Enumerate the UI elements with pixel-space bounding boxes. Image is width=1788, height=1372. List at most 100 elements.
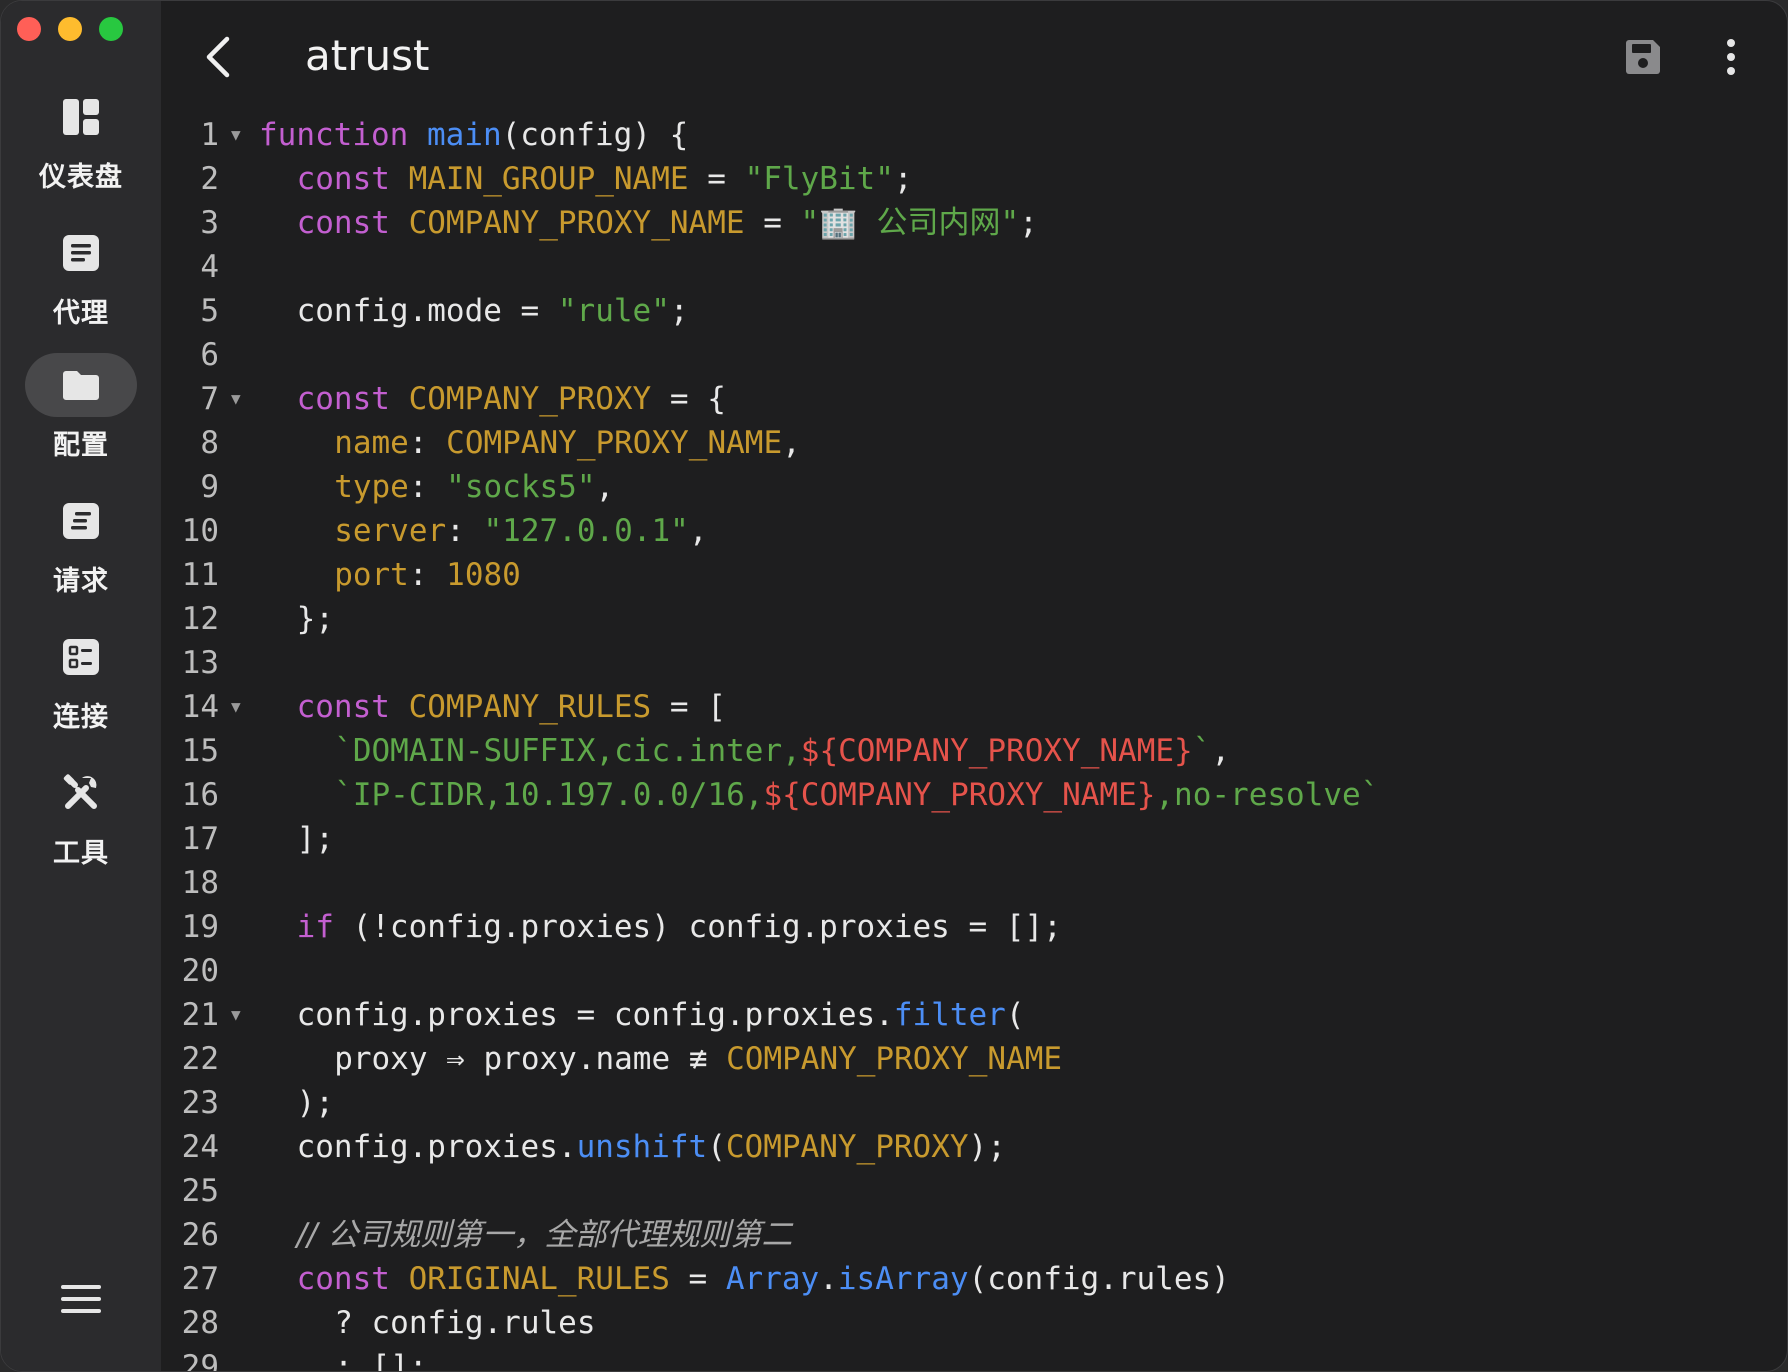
code-line[interactable]: 25 [161, 1169, 1787, 1213]
line-number: 9 [200, 469, 219, 505]
line-number: 3 [200, 205, 219, 241]
code-line[interactable]: 29 : []; [161, 1345, 1787, 1371]
fold-toggle-icon[interactable]: ▼ [231, 993, 241, 1037]
folder-icon [63, 371, 99, 400]
sidebar-item-label: 请求 [53, 566, 109, 597]
code-token: const [296, 381, 390, 417]
code-token: COMPANY_PROXY_NAME [726, 1041, 1063, 1077]
more-vertical-icon[interactable] [1723, 35, 1739, 79]
sidebar-item-connections[interactable]: 连接 [1, 625, 161, 745]
code-text: ); [297, 1081, 334, 1125]
line-number: 17 [181, 821, 219, 857]
code-line[interactable]: 13 [161, 641, 1787, 685]
sidebar-item-tools[interactable]: 工具 [1, 761, 161, 881]
sidebar-item-config[interactable]: 配置 [1, 353, 161, 473]
code-line[interactable]: 1 ▼ function main(config) { [161, 113, 1787, 157]
code-text: : []; [334, 1345, 427, 1371]
line-number: 10 [181, 513, 219, 549]
code-line[interactable]: 9 type: "socks5", [161, 465, 1787, 509]
code-token: = [688, 161, 745, 197]
line-number: 1 [200, 117, 219, 153]
code-line[interactable]: 3 const COMPANY_PROXY_NAME = "🏢 公司内网"; [161, 201, 1787, 245]
code-token: 1080 [446, 557, 521, 593]
code-line[interactable]: 18 [161, 861, 1787, 905]
code-line[interactable]: 26 // 公司规则第一，全部代理规则第二 [161, 1213, 1787, 1257]
code-line[interactable]: 23); [161, 1081, 1787, 1125]
code-line[interactable]: 20 [161, 949, 1787, 993]
hamburger-menu-icon[interactable] [59, 1281, 103, 1317]
code-line[interactable]: 28 ? config.rules [161, 1301, 1787, 1345]
code-editor[interactable]: 1 ▼ function main(config) {2 const MAIN_GRO… [161, 113, 1787, 1371]
code-line[interactable]: 21 ▼ config.proxies = config.proxies.filte… [161, 993, 1787, 1037]
code-line[interactable]: 7 ▼ const COMPANY_PROXY = { [161, 377, 1787, 421]
code-token: COMPANY_RULES [408, 689, 652, 725]
code-line[interactable]: 6 [161, 333, 1787, 377]
sidebar-item-proxy[interactable]: 代理 [1, 221, 161, 341]
save-icon[interactable] [1621, 35, 1665, 79]
code-line[interactable]: 27 const ORIGINAL_RULES = Array.isArray(c… [161, 1257, 1787, 1301]
code-token: ` [1192, 733, 1212, 769]
code-token: ( [707, 1129, 726, 1165]
sidebar-item-label: 配置 [53, 430, 109, 461]
code-line[interactable]: 5 config.mode = "rule"; [161, 289, 1787, 333]
sidebar-item-label: 工具 [53, 838, 109, 869]
code-line[interactable]: 14 ▼ const COMPANY_RULES = [ [161, 685, 1787, 729]
code-line[interactable]: 2 const MAIN_GROUP_NAME = "FlyBit"; [161, 157, 1787, 201]
line-number: 27 [181, 1261, 219, 1297]
code-text: config.proxies = config.proxies.filter( [297, 993, 1025, 1037]
line-number: 15 [181, 733, 219, 769]
code-text: const COMPANY_PROXY = { [297, 377, 726, 421]
code-line[interactable]: 12}; [161, 597, 1787, 641]
code-line[interactable]: 10 server: "127.0.0.1", [161, 509, 1787, 553]
code-token: config.proxies. [296, 1129, 577, 1165]
code-line[interactable]: 22 proxy ⇒ proxy.name ≢ COMPANY_PROXY_NAM… [161, 1037, 1787, 1081]
code-text: const ORIGINAL_RULES = Array.isArray(con… [297, 1257, 1230, 1301]
line-number: 11 [181, 557, 219, 593]
fold-toggle-icon[interactable]: ▼ [231, 377, 241, 421]
code-line[interactable]: 15 `DOMAIN-SUFFIX,cic.inter,${COMPANY_PRO… [161, 729, 1787, 773]
minimize-window-button[interactable] [58, 17, 82, 41]
code-text: if (!config.proxies) config.proxies = []… [297, 905, 1062, 949]
code-token: ${COMPANY_PROXY_NAME} [800, 733, 1193, 769]
code-line[interactable]: 17]; [161, 817, 1787, 861]
code-text: config.mode = "rule"; [297, 289, 689, 333]
chevron-left-icon[interactable] [201, 35, 237, 79]
line-number: 13 [181, 645, 219, 681]
code-token: ); [968, 1129, 1006, 1165]
code-token: = [744, 205, 801, 241]
code-token: main [426, 117, 502, 153]
code-line[interactable]: 8 name: COMPANY_PROXY_NAME, [161, 421, 1787, 465]
code-line[interactable]: 16 `IP-CIDR,10.197.0.0/16,${COMPANY_PROXY… [161, 773, 1787, 817]
code-line[interactable]: 11 port: 1080 [161, 553, 1787, 597]
sidebar-item-requests[interactable]: 请求 [1, 489, 161, 609]
line-number: 12 [181, 601, 219, 637]
code-token: config.proxies = config.proxies. [296, 997, 894, 1033]
code-line[interactable]: 24 config.proxies.unshift(COMPANY_PROXY); [161, 1125, 1787, 1169]
connections-icon [63, 639, 99, 675]
code-token: ); [296, 1085, 334, 1121]
sidebar-item-dashboard[interactable]: 仪表盘 [1, 85, 161, 205]
code-token: config.mode = [296, 293, 558, 329]
code-token: , [782, 425, 801, 461]
code-token: const [296, 1261, 390, 1297]
code-token: : [408, 557, 447, 593]
line-number: 23 [181, 1085, 219, 1121]
code-token: ? config.rules [334, 1305, 596, 1341]
code-token: unshift [576, 1129, 708, 1165]
code-line[interactable]: 19 if (!config.proxies) config.proxies = … [161, 905, 1787, 949]
line-number: 21 [181, 997, 219, 1033]
fold-toggle-icon[interactable]: ▼ [231, 685, 241, 729]
code-token: filter [893, 997, 1006, 1033]
zoom-window-button[interactable] [99, 17, 123, 41]
code-token: : []; [334, 1349, 428, 1371]
fold-toggle-icon[interactable]: ▼ [231, 113, 241, 157]
code-line[interactable]: 4 [161, 245, 1787, 289]
code-token: proxy ⇒ proxy.name ≢ [334, 1041, 727, 1077]
close-window-button[interactable] [17, 17, 41, 41]
code-token: ; [893, 161, 913, 197]
code-token: ,no-resolve` [1155, 777, 1380, 813]
code-token: "socks5" [446, 469, 596, 505]
line-number: 29 [181, 1349, 219, 1371]
